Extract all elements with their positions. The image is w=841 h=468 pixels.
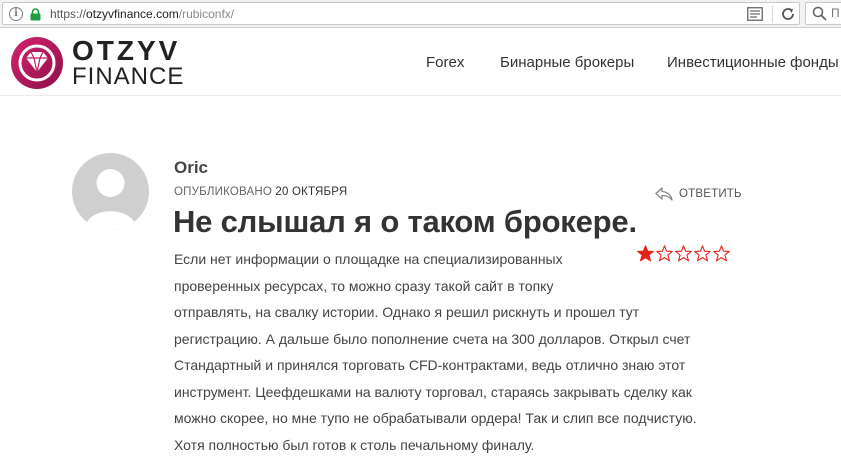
logo-text-top[interactable]: OTZYV <box>72 36 180 66</box>
toolbar-separator <box>772 6 773 23</box>
comment-body-line: Если нет информации о площадке на специа… <box>174 251 563 267</box>
reply-arrow-icon <box>655 187 673 201</box>
default-user-icon <box>84 169 137 230</box>
url-domain: otzyvfinance.com <box>86 7 179 21</box>
comment-body-line: регистрацию. А дальше было пополнение сч… <box>174 330 691 347</box>
published-prefix: ОПУБЛИКОВАНО <box>174 186 272 198</box>
lock-icon <box>30 8 41 21</box>
reader-view-icon[interactable] <box>747 7 763 21</box>
star-empty-icon <box>694 245 711 262</box>
info-icon[interactable]: i <box>9 7 23 21</box>
published-date: 20 ОКТЯБРЯ <box>275 186 348 198</box>
search-icon <box>812 6 827 21</box>
url-text[interactable]: https://otzyvfinance.com/rubiconfx/ <box>50 7 234 21</box>
address-bar[interactable]: i https://otzyvfinance.com/rubiconfx/ <box>2 2 800 25</box>
search-field[interactable]: П <box>805 2 841 25</box>
site-header: OTZYV FINANCE Forex Бинарные брокеры Инв… <box>0 28 841 96</box>
reload-icon[interactable] <box>780 6 796 22</box>
search-placeholder: П <box>831 6 840 20</box>
star-empty-icon <box>675 245 692 262</box>
star-empty-icon <box>656 245 673 262</box>
url-scheme: https:// <box>50 7 87 21</box>
comment-meta: ОПУБЛИКОВАНО 20 ОКТЯБРЯ <box>174 186 347 198</box>
comment-body-line: Хотя полностью был готов к столь печальн… <box>174 436 535 453</box>
comment-title: Не слышал я о таком брокере. <box>173 204 637 239</box>
comment-body-line: можно скорее, но мне тупо не обрабатывал… <box>174 410 697 426</box>
avatar <box>72 153 149 230</box>
logo-text-bottom[interactable]: FINANCE <box>72 64 184 90</box>
comment-body: Если нет информации о площадке на специа… <box>174 246 697 458</box>
reply-button[interactable]: ОТВЕТИТЬ <box>655 185 742 201</box>
nav-item-investment-funds[interactable]: Инвестиционные фонды <box>667 54 839 71</box>
reply-label: ОТВЕТИТЬ <box>679 187 742 200</box>
comment-body-line: проверенных ресурсах, то можно сразу так… <box>174 277 554 294</box>
rating-stars <box>637 245 732 265</box>
logo-diamond-icon[interactable] <box>10 36 64 90</box>
comment-author[interactable]: Oric <box>174 158 208 178</box>
comment-body-line: инструмент. Цеефдешками на валюту торгов… <box>174 383 692 400</box>
browser-toolbar: i https://otzyvfinance.com/rubiconfx/ П <box>0 0 841 28</box>
star-empty-icon <box>713 245 730 262</box>
comment-body-line: Стандартный и принялся торговать CFD-кон… <box>174 357 686 373</box>
comment-body-line: отправлять, на свалку истории. Однако я … <box>174 304 640 320</box>
nav-item-forex[interactable]: Forex <box>426 54 464 71</box>
url-path: /rubiconfx/ <box>178 7 235 21</box>
nav-item-binary-brokers[interactable]: Бинарные брокеры <box>500 54 634 71</box>
